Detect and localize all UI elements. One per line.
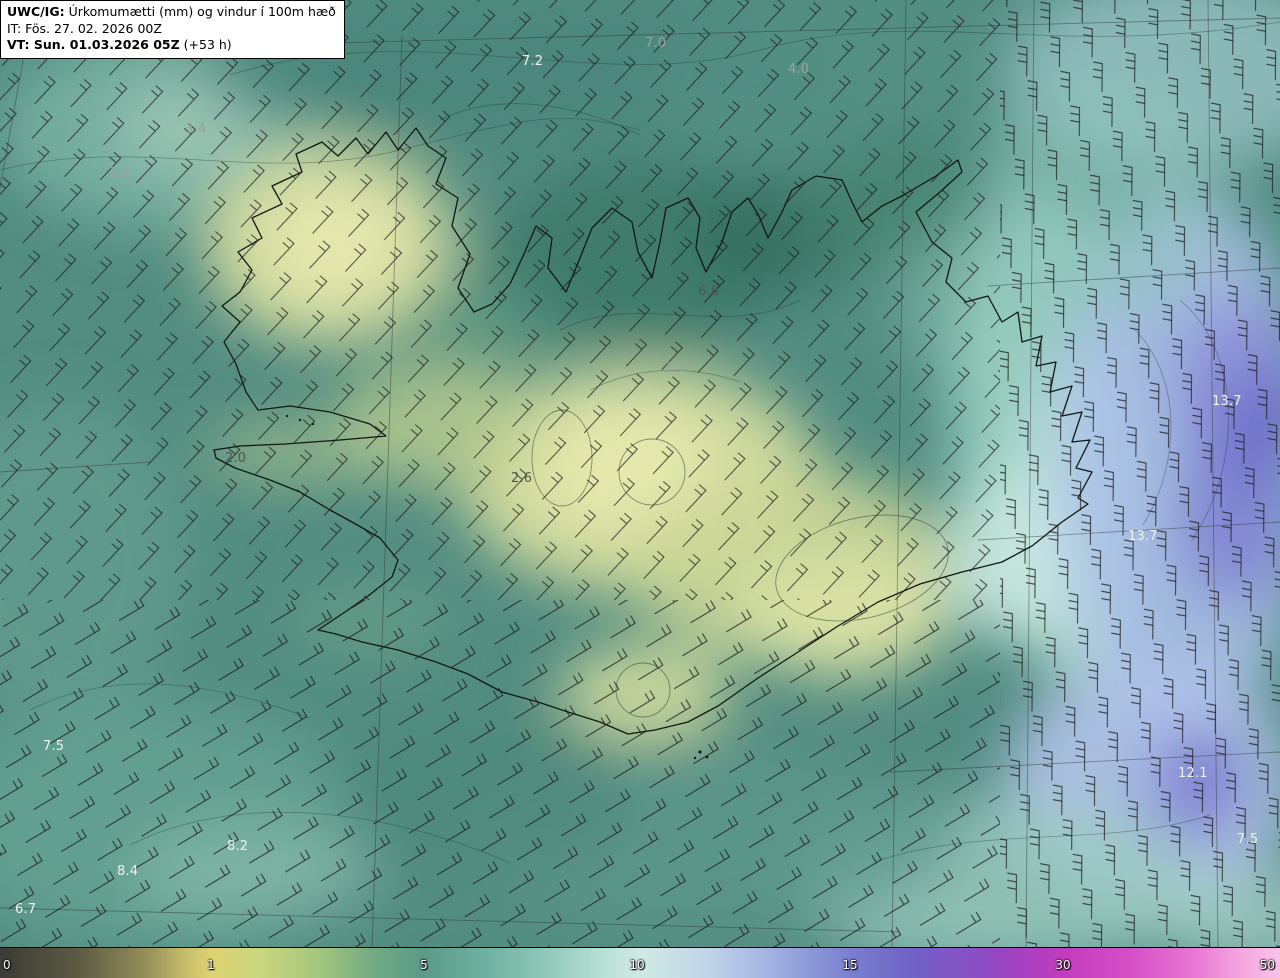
wind-barbs [0,0,1280,948]
colorbar-tick: 30 [1055,958,1071,972]
colorbar-tick: 15 [842,958,858,972]
colorbar-tick: 0 [3,958,11,972]
contour-label: 8.2 [227,839,249,854]
contour-label: 2.6 [511,471,533,486]
map-title: UWC/IG: Úrkomumætti (mm) og vindur í 100… [7,4,336,21]
contour-label: 8.4 [117,864,139,879]
contour-label: 2.0 [225,451,247,466]
contour-label: 7.0 [645,36,667,51]
colorbar-tick: 50 [1259,958,1275,972]
model-label: UWC/IG: [7,4,65,19]
title-text: Úrkomumætti (mm) og vindur í 100m hæð [68,4,336,19]
contour-label: 13.7 [1128,529,1158,544]
contour-label: 4.0 [788,62,810,77]
init-time: IT: Fös. 27. 02. 2026 00Z [7,20,162,36]
valid-time-offset: (+53 h) [183,37,232,52]
valid-time: VT: Sun. 01.03.2026 05Z (+53 h) [7,37,336,54]
contour-label: 6.8 [698,284,720,299]
colorbar-tick: 5 [420,958,428,972]
precip-wind-field [0,0,1280,948]
contour-label: 3.4 [185,122,207,137]
title-box: UWC/IG: Úrkomumætti (mm) og vindur í 100… [0,0,345,59]
valid-time-main: VT: Sun. 01.03.2026 05Z [7,37,180,52]
weather-map-page: 7.0 7.2 4.0 3.4 5.8 6.8 2.9 2.0 2.6 13.7… [0,0,1280,978]
contour-label: 7.5 [1237,832,1259,847]
contour-label: 5.8 [110,166,132,181]
colorbar-tick: 10 [629,958,645,972]
colorbar-tick: 1 [207,958,215,972]
colorbar: 0 1 5 10 15 30 50 [0,947,1280,978]
contour-label: 7.5 [43,739,65,754]
contour-label: 2.9 [663,361,685,376]
contour-label: 13.7 [1212,394,1242,409]
contour-label: 7.2 [522,54,544,69]
contour-label: 6.7 [15,902,37,917]
contour-label: 12.1 [1178,766,1208,781]
